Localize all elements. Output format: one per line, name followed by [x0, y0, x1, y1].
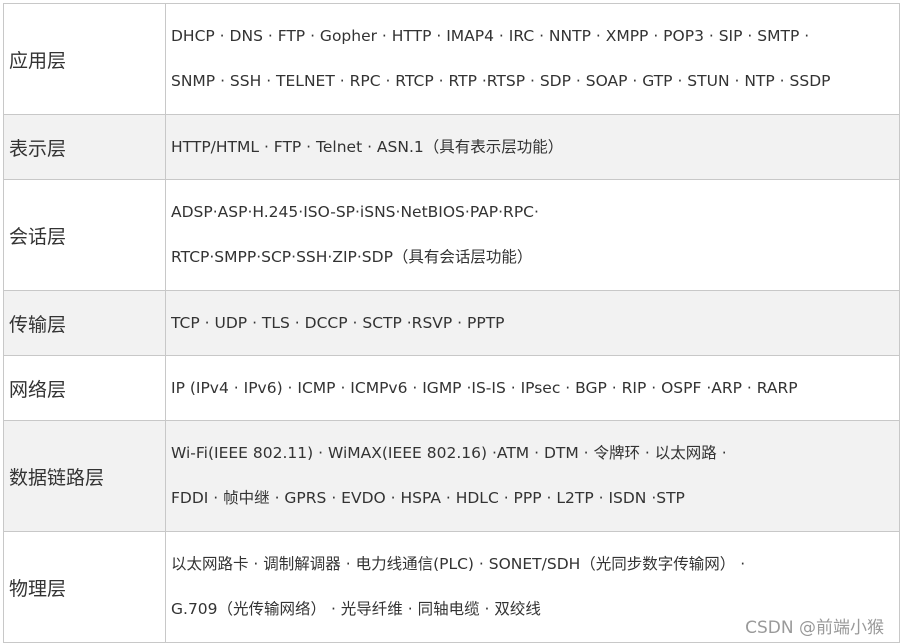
- table-row-session-layer: 会话层 ADSP·ASP·H.245·ISO-SP·iSNS·NetBIOS·P…: [3, 179, 900, 291]
- table-row-network-layer: 网络层 IP (IPv4 · IPv6) · ICMP · ICMPv6 · I…: [3, 355, 900, 421]
- page: 应用层 DHCP · DNS · FTP · Gopher · HTTP · I…: [0, 0, 900, 644]
- layer-name: 网络层: [3, 355, 166, 421]
- protocol-list: ADSP·ASP·H.245·ISO-SP·iSNS·NetBIOS·PAP·R…: [165, 179, 900, 291]
- protocol-line: IP (IPv4 · IPv6) · ICMP · ICMPv6 · IGMP …: [171, 378, 798, 397]
- protocol-line: SNMP · SSH · TELNET · RPC · RTCP · RTP ·…: [171, 72, 831, 90]
- layer-name: 应用层: [3, 3, 166, 115]
- protocol-list: IP (IPv4 · IPv6) · ICMP · ICMPv6 · IGMP …: [165, 355, 900, 421]
- protocol-list: TCP · UDP · TLS · DCCP · SCTP ·RSVP · PP…: [165, 290, 900, 356]
- protocol-line: Wi-Fi(IEEE 802.11) · WiMAX(IEEE 802.16) …: [171, 444, 727, 462]
- protocol-list: Wi-Fi(IEEE 802.11) · WiMAX(IEEE 802.16) …: [165, 420, 900, 532]
- layer-name: 物理层: [3, 531, 166, 643]
- layer-name: 表示层: [3, 114, 166, 180]
- protocol-list: DHCP · DNS · FTP · Gopher · HTTP · IMAP4…: [165, 3, 900, 115]
- layer-name: 会话层: [3, 179, 166, 291]
- protocol-line: 以太网路卡 · 调制解调器 · 电力线通信(PLC) · SONET/SDH（光…: [171, 555, 746, 573]
- table-row-presentation-layer: 表示层 HTTP/HTML · FTP · Telnet · ASN.1（具有表…: [3, 114, 900, 180]
- layer-name: 数据链路层: [3, 420, 166, 532]
- protocol-line: DHCP · DNS · FTP · Gopher · HTTP · IMAP4…: [171, 27, 810, 45]
- osi-protocol-table: 应用层 DHCP · DNS · FTP · Gopher · HTTP · I…: [3, 3, 900, 643]
- table-row-application-layer: 应用层 DHCP · DNS · FTP · Gopher · HTTP · I…: [3, 3, 900, 115]
- table-row-transport-layer: 传输层 TCP · UDP · TLS · DCCP · SCTP ·RSVP …: [3, 290, 900, 356]
- protocol-line: ADSP·ASP·H.245·ISO-SP·iSNS·NetBIOS·PAP·R…: [171, 203, 539, 221]
- protocol-list: HTTP/HTML · FTP · Telnet · ASN.1（具有表示层功能…: [165, 114, 900, 180]
- protocol-line: FDDI · 帧中继 · GPRS · EVDO · HSPA · HDLC ·…: [171, 489, 685, 507]
- protocol-line: TCP · UDP · TLS · DCCP · SCTP ·RSVP · PP…: [171, 313, 505, 332]
- watermark: CSDN @前端小猴: [745, 618, 884, 638]
- protocol-line: HTTP/HTML · FTP · Telnet · ASN.1（具有表示层功能…: [171, 137, 564, 156]
- table-row-data-link-layer: 数据链路层 Wi-Fi(IEEE 802.11) · WiMAX(IEEE 80…: [3, 420, 900, 532]
- protocol-line: RTCP·SMPP·SCP·SSH·ZIP·SDP（具有会话层功能）: [171, 248, 533, 266]
- layer-name: 传输层: [3, 290, 166, 356]
